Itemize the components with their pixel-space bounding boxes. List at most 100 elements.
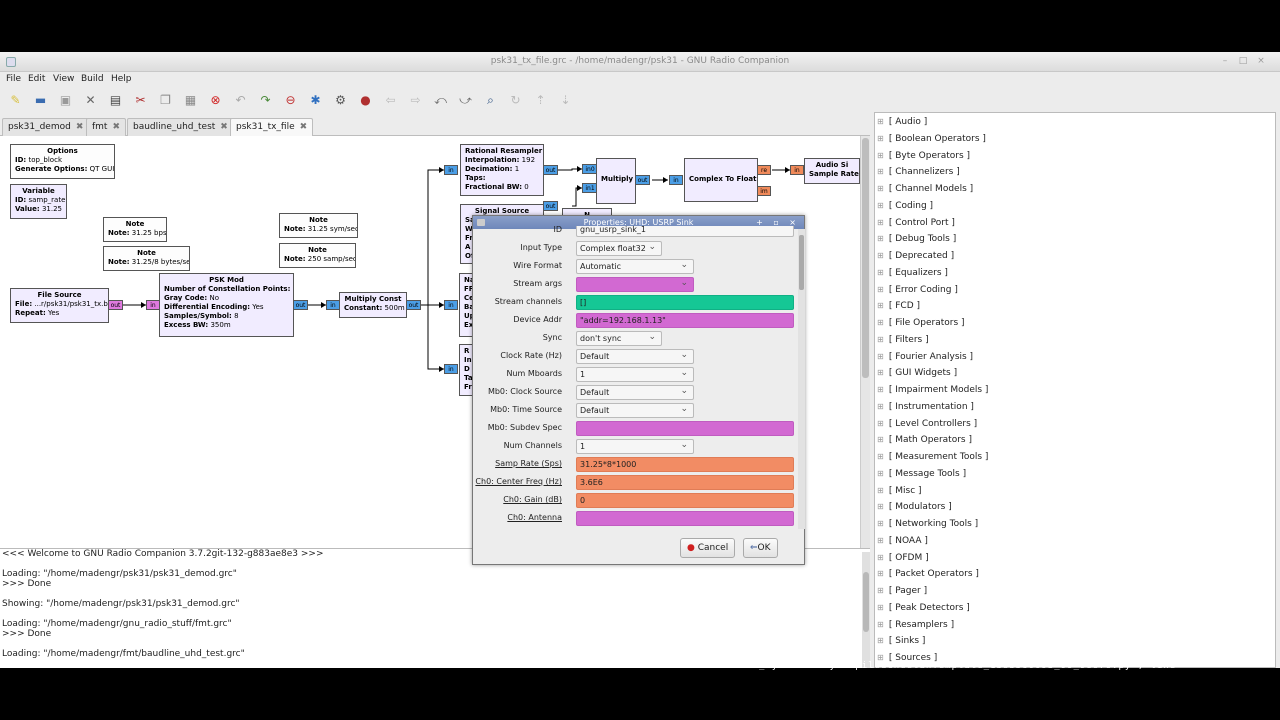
expander-icon[interactable]: ⊞ — [877, 385, 886, 394]
library-category[interactable]: ⊞ [ Coding ] — [877, 201, 933, 215]
output-port[interactable]: out — [108, 300, 123, 310]
expander-icon[interactable]: ⊞ — [877, 620, 886, 629]
library-category[interactable]: ⊞ [ OFDM ] — [877, 553, 929, 567]
library-category[interactable]: ⊞ [ Measurement Tools ] — [877, 452, 988, 466]
expander-icon[interactable]: ⊞ — [877, 536, 886, 545]
menu-file[interactable]: File — [6, 74, 21, 84]
param-field[interactable]: 3.6E6 — [576, 475, 794, 490]
library-category[interactable]: ⊞ [ Error Coding ] — [877, 285, 958, 299]
note-block[interactable]: Note Note: 250 samp/sec — [279, 243, 356, 268]
library-category[interactable]: ⊞ [ Modulators ] — [877, 502, 952, 516]
options-block[interactable]: Options ID: top_block Generate Options: … — [10, 144, 115, 179]
note-block[interactable]: Note Note: 31.25 sym/sec — [279, 213, 358, 238]
library-category[interactable]: ⊞ [ Control Port ] — [877, 218, 955, 232]
move-up-icon[interactable]: ⇡ — [531, 91, 550, 109]
library-category[interactable]: ⊞ [ Peak Detectors ] — [877, 603, 970, 617]
rational-resampler-block[interactable]: Rational Resampler Interpolation: 192 De… — [460, 144, 544, 196]
output-port[interactable]: out — [635, 175, 650, 185]
kill-icon[interactable]: ● — [356, 91, 375, 109]
scrollbar-thumb[interactable] — [862, 138, 869, 378]
library-category[interactable]: ⊞ [ Resamplers ] — [877, 620, 954, 634]
close-window-button[interactable]: × — [1256, 56, 1266, 66]
input-port[interactable]: in — [444, 165, 458, 175]
expander-icon[interactable]: ⊞ — [877, 335, 886, 344]
canvas-scrollbar[interactable] — [860, 136, 870, 548]
input-port[interactable]: in — [326, 300, 340, 310]
new-icon[interactable]: ✎ — [6, 91, 25, 109]
expander-icon[interactable]: ⊞ — [877, 134, 886, 143]
expander-icon[interactable]: ⊞ — [877, 402, 886, 411]
library-category[interactable]: ⊞ [ Audio ] — [877, 117, 927, 131]
expander-icon[interactable]: ⊞ — [877, 285, 886, 294]
delete-icon[interactable]: ⊗ — [206, 91, 225, 109]
expander-icon[interactable]: ⊞ — [877, 569, 886, 578]
expander-icon[interactable]: ⊞ — [877, 117, 886, 126]
cancel-button[interactable]: ● Cancel — [680, 538, 736, 558]
expander-icon[interactable]: ⊞ — [877, 553, 886, 562]
expander-icon[interactable]: ⊞ — [877, 201, 886, 210]
expander-icon[interactable]: ⊞ — [877, 251, 886, 260]
output-port-re[interactable]: re — [757, 165, 771, 175]
library-category[interactable]: ⊞ [ Fourier Analysis ] — [877, 352, 973, 366]
library-category[interactable]: ⊞ [ File Operators ] — [877, 318, 965, 332]
expander-icon[interactable]: ⊞ — [877, 167, 886, 176]
console-scrollbar[interactable] — [862, 552, 870, 668]
tab-fmt[interactable]: fmt ✖ — [86, 118, 127, 136]
library-category[interactable]: ⊞ [ Misc ] — [877, 486, 922, 500]
generate-icon[interactable]: ✱ — [306, 91, 325, 109]
library-category[interactable]: ⊞ [ Packet Operators ] — [877, 569, 979, 583]
library-category[interactable]: ⊞ [ Message Tools ] — [877, 469, 966, 483]
id-field[interactable]: gnu_usrp_sink_1 — [576, 226, 794, 237]
input-port[interactable]: in — [790, 165, 804, 175]
param-field[interactable]: 1 — [576, 367, 694, 382]
tab-psk31-tx-file[interactable]: psk31_tx_file ✖ — [230, 118, 314, 137]
menu-view[interactable]: View — [53, 74, 74, 84]
dialog-scrollbar[interactable] — [798, 229, 805, 529]
expander-icon[interactable]: ⊞ — [877, 352, 886, 361]
expander-icon[interactable]: ⊞ — [877, 151, 886, 160]
note-block[interactable]: Note Note: 31.25 bps — [103, 217, 167, 242]
multiply-block[interactable]: Multiply — [596, 158, 636, 204]
back-icon[interactable]: ⇦ — [381, 91, 400, 109]
paste-icon[interactable]: ▦ — [181, 91, 200, 109]
input-port[interactable]: in — [146, 300, 160, 310]
menu-edit[interactable]: Edit — [28, 74, 45, 84]
input-port[interactable]: in — [444, 300, 458, 310]
library-category[interactable]: ⊞ [ GUI Widgets ] — [877, 368, 957, 382]
rotate-cw-icon[interactable]: ⤻ — [456, 91, 475, 109]
note-block[interactable]: Note Note: 31.25/8 bytes/sec — [103, 246, 190, 271]
tab-baudline-uhd-test[interactable]: baudline_uhd_test ✖ — [127, 118, 234, 136]
expander-icon[interactable]: ⊞ — [877, 218, 886, 227]
library-category[interactable]: ⊞ [ Level Controllers ] — [877, 419, 977, 433]
audio-sink-block[interactable]: Audio Si Sample Rate — [804, 158, 860, 184]
expander-icon[interactable]: ⊞ — [877, 435, 886, 444]
output-port[interactable]: out — [543, 165, 558, 175]
input-port[interactable]: in — [669, 175, 683, 185]
copy-icon[interactable]: ❐ — [156, 91, 175, 109]
close-tab-icon[interactable]: ✖ — [220, 122, 228, 132]
library-category[interactable]: ⊞ [ Byte Operators ] — [877, 151, 970, 165]
rotate-ccw-icon[interactable]: ⤺ — [431, 91, 450, 109]
cut-icon[interactable]: ✂ — [131, 91, 150, 109]
param-field[interactable] — [576, 511, 794, 526]
param-field[interactable]: Default — [576, 349, 694, 364]
library-category[interactable]: ⊞ [ Networking Tools ] — [877, 519, 978, 533]
param-field[interactable]: [] — [576, 295, 794, 310]
tab-psk31-demod[interactable]: psk31_demod ✖ — [2, 118, 90, 136]
menu-help[interactable]: Help — [111, 74, 132, 84]
multiply-const-block[interactable]: Multiply Const Constant: 500m — [339, 292, 407, 318]
maximize-button[interactable]: □ — [1238, 56, 1248, 66]
expander-icon[interactable]: ⊞ — [877, 486, 886, 495]
param-field[interactable]: 0 — [576, 493, 794, 508]
library-category[interactable]: ⊞ [ Channelizers ] — [877, 167, 960, 181]
output-port[interactable]: out — [406, 300, 421, 310]
forward-icon[interactable]: ⇨ — [406, 91, 425, 109]
scrollbar-thumb[interactable] — [863, 572, 869, 632]
expander-icon[interactable]: ⊞ — [877, 502, 886, 511]
param-field[interactable]: 1 — [576, 439, 694, 454]
library-category[interactable]: ⊞ [ Deprecated ] — [877, 251, 954, 265]
library-category[interactable]: ⊞ [ Instrumentation ] — [877, 402, 974, 416]
library-category[interactable]: ⊞ [ FCD ] — [877, 301, 920, 315]
find-icon[interactable]: ⌕ — [481, 91, 500, 109]
move-down-icon[interactable]: ⇣ — [556, 91, 575, 109]
